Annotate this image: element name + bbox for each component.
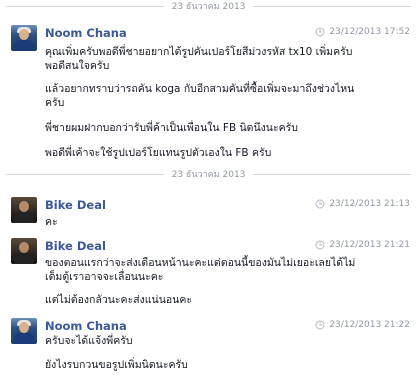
date-separator: 23 ธันวาคม 2013	[0, 168, 417, 180]
sender-name[interactable]: Bike Deal	[45, 239, 106, 253]
separator-line	[253, 173, 412, 175]
message-group: Noom Chana 23/12/2013 17:52 คุณเพิ่มครับ…	[0, 25, 417, 165]
separator-line	[6, 5, 164, 7]
separator-label: 23 ธันวาคม 2013	[171, 170, 246, 180]
message-text: ของตอนแรกว่าจะส่งเดือนหน้านะคะแต่ตอนนี้ข…	[45, 257, 356, 269]
clock-icon	[315, 199, 325, 209]
message-timestamp: 23/12/2013 21:21	[315, 240, 410, 250]
sender-name[interactable]: Bike Deal	[45, 198, 106, 212]
message-group: Bike Deal 23/12/2013 21:21 ของตอนแรกว่าจ…	[0, 238, 417, 308]
message-text: พอดีพี่เค้าจะใช้รูปเปอร์โยแทนรูปตัวเองใน…	[45, 147, 272, 159]
message-text: คุณเพิ่มครับพอดีพี่ชายอยากได้รูปคันเปอร์…	[45, 46, 353, 58]
message-timestamp: 23/12/2013 21:13	[315, 199, 410, 209]
message-text: พอดีสนใจครับ	[45, 60, 110, 72]
message-timestamp: 23/12/2013 21:22	[315, 320, 410, 330]
message-group: Noom Chana 23/12/2013 21:22 ครับจะได้แจ้…	[0, 318, 417, 378]
message-group: Bike Deal 23/12/2013 21:13 คะ	[0, 197, 417, 231]
message-text: คะ	[45, 216, 58, 228]
clock-icon	[315, 240, 325, 250]
avatar[interactable]	[11, 25, 37, 51]
timestamp-text: 23/12/2013 21:13	[329, 199, 410, 209]
message-text: ยังไงรบกวนขอรูปเพิ่มนิดนะครับ	[45, 359, 188, 371]
separator-line	[253, 5, 412, 7]
avatar[interactable]	[11, 197, 37, 223]
message-text: พี่ชายผมฝากบอกว่ารับพี่ค้าเป็นเพื่อนใน F…	[45, 122, 298, 134]
separator-line	[6, 173, 164, 175]
avatar[interactable]	[11, 318, 37, 344]
date-separator: 23 ธันวาคม 2013	[0, 0, 417, 12]
timestamp-text: 23/12/2013 21:21	[329, 240, 410, 250]
message-timestamp: 23/12/2013 17:52	[315, 27, 410, 37]
message-text: แต่ไม่ต้องกลัวนะคะส่งแน่นอนคะ	[45, 294, 193, 306]
clock-icon	[315, 320, 325, 330]
sender-name[interactable]: Noom Chana	[45, 319, 127, 333]
message-text: ครับ	[45, 97, 65, 109]
message-text: แล้วอยากทราบว่ารถคัน koga กับอีกสามคันที…	[45, 83, 355, 95]
avatar[interactable]	[11, 238, 37, 264]
separator-label: 23 ธันวาคม 2013	[171, 2, 246, 12]
message-text: ครับจะได้แจ้งพี่ครับ	[45, 335, 133, 347]
clock-icon	[315, 27, 325, 37]
message-text: เต็มตู้เราอาจจะเลื่อนนะคะ	[45, 271, 164, 283]
timestamp-text: 23/12/2013 21:22	[329, 320, 410, 330]
sender-name[interactable]: Noom Chana	[45, 26, 127, 40]
timestamp-text: 23/12/2013 17:52	[329, 27, 410, 37]
